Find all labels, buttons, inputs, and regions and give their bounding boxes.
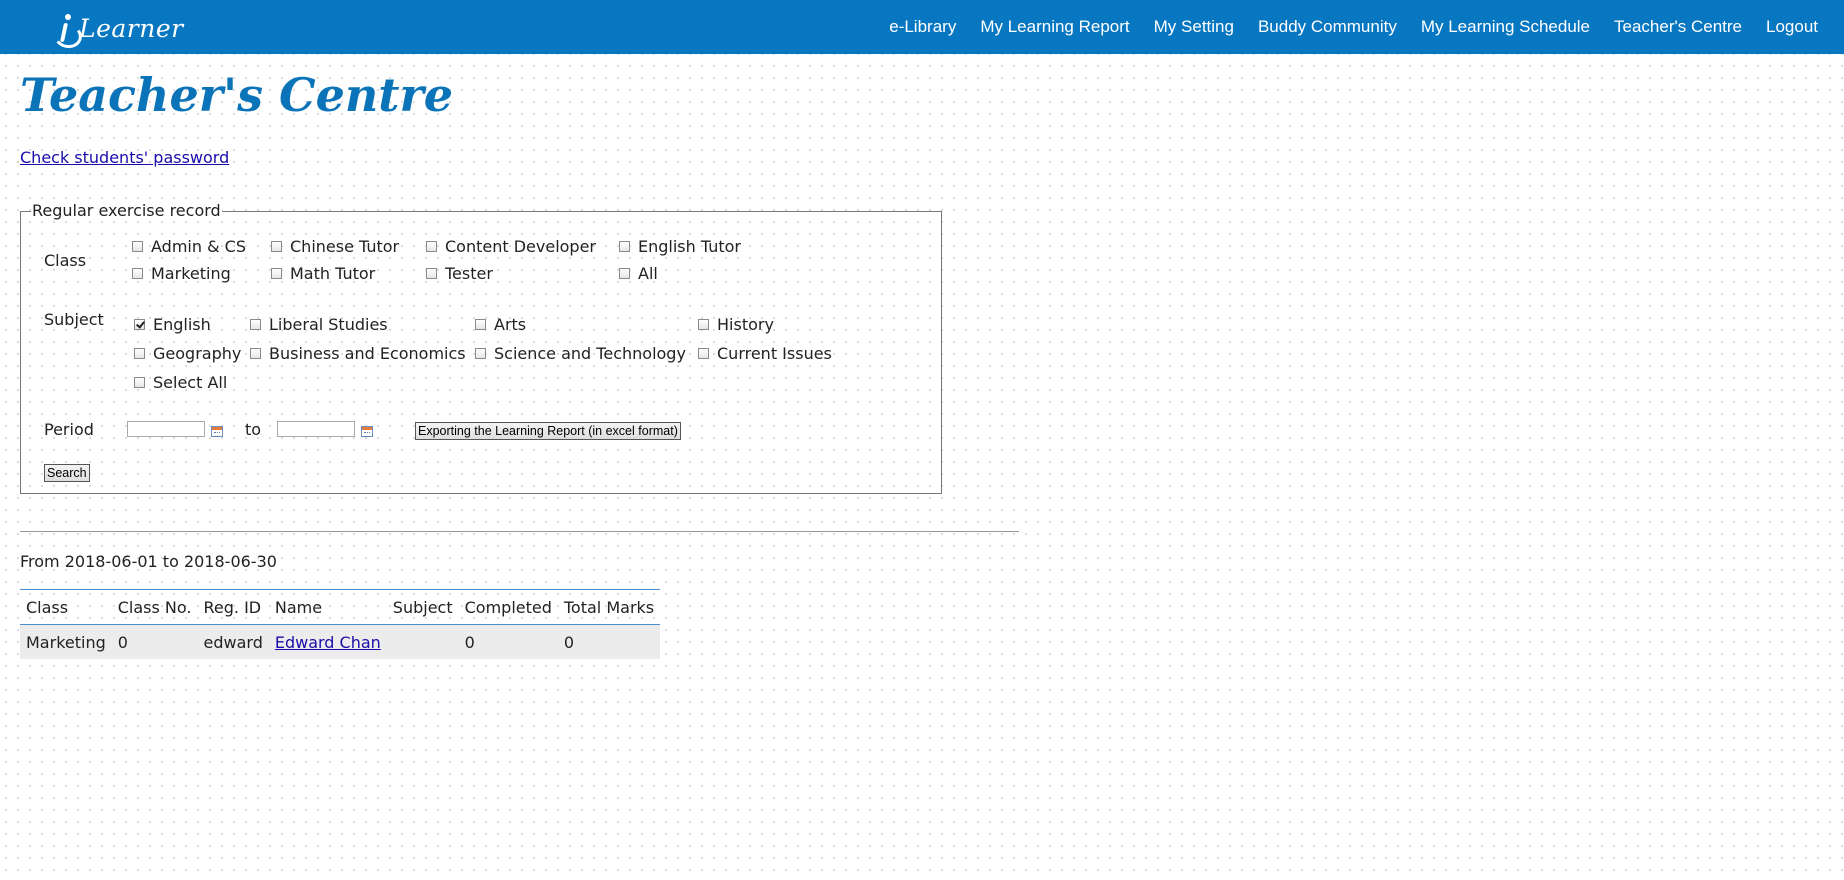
fieldset-legend: Regular exercise record	[31, 201, 222, 220]
checkbox-box[interactable]	[271, 241, 282, 252]
class-checkbox-marketing[interactable]: Marketing	[132, 264, 231, 283]
nav-logout[interactable]: Logout	[1766, 17, 1818, 37]
column-header-total-marks: Total Marks	[557, 589, 661, 625]
subject-checkbox-business-economics[interactable]: Business and Economics	[250, 344, 466, 363]
subject-checkbox-science-technology[interactable]: Science and Technology	[475, 344, 686, 363]
cell-reg-id: edward	[197, 624, 269, 659]
checkbox-label: Select All	[153, 373, 228, 392]
checkbox-box[interactable]	[134, 377, 145, 388]
nav-my-learning-schedule[interactable]: My Learning Schedule	[1421, 17, 1590, 37]
learner-logo[interactable]: Learner	[52, 10, 184, 51]
subject-checkbox-history[interactable]: History	[698, 315, 774, 334]
search-button[interactable]: Search	[44, 464, 90, 482]
checkbox-label: Business and Economics	[269, 344, 466, 363]
check-password-link[interactable]: Check students' password	[20, 148, 229, 167]
period-from-input[interactable]	[127, 421, 205, 437]
column-header-class: Class	[20, 589, 112, 625]
checkbox-box[interactable]	[698, 319, 709, 330]
column-header-subject: Subject	[386, 589, 459, 625]
period-label: Period	[44, 420, 94, 439]
to-label: to	[245, 420, 262, 439]
class-checkbox-admin-cs[interactable]: Admin & CS	[132, 237, 246, 256]
class-label: Class	[44, 251, 87, 270]
checkbox-box[interactable]	[475, 319, 486, 330]
calendar-icon[interactable]	[361, 426, 373, 437]
class-checkbox-english-tutor[interactable]: English Tutor	[619, 237, 741, 256]
nav-my-learning-report[interactable]: My Learning Report	[980, 17, 1129, 37]
result-period-text: From 2018-06-01 to 2018-06-30	[20, 552, 277, 571]
nav-e-library[interactable]: e-Library	[889, 17, 956, 37]
checkbox-label: Arts	[494, 315, 527, 334]
checkbox-label: Content Developer	[445, 237, 597, 256]
cell-class-no: 0	[111, 624, 198, 659]
cell-subject	[386, 624, 459, 659]
column-header-name: Name	[268, 589, 387, 625]
checkbox-box[interactable]	[250, 319, 261, 330]
subject-checkbox-select-all[interactable]: Select All	[134, 373, 227, 392]
subject-checkbox-english[interactable]: English	[134, 315, 211, 334]
checkbox-label: Science and Technology	[494, 344, 686, 363]
column-header-reg-id: Reg. ID	[197, 589, 269, 625]
learner-logo-icon	[52, 12, 84, 51]
top-navigation-bar: Learner e-Library My Learning Report My …	[0, 0, 1844, 54]
class-checkbox-content-developer[interactable]: Content Developer	[426, 237, 596, 256]
checkbox-box[interactable]	[134, 348, 145, 359]
checkbox-box[interactable]	[132, 268, 143, 279]
regular-exercise-record-fieldset: Regular exercise record Class Admin & CS…	[20, 201, 942, 494]
subject-checkbox-current-issues[interactable]: Current Issues	[698, 344, 832, 363]
period-to-input[interactable]	[277, 421, 355, 437]
logo-text: Learner	[79, 13, 184, 43]
subject-label: Subject	[44, 310, 104, 329]
checkbox-label: English Tutor	[638, 237, 741, 256]
checkbox-box[interactable]	[619, 268, 630, 279]
page-title: Teacher's Centre	[20, 68, 454, 122]
cell-name: Edward Chan	[268, 624, 387, 659]
checkbox-label: Admin & CS	[151, 237, 246, 256]
checkbox-box[interactable]	[475, 348, 486, 359]
checkbox-box[interactable]	[250, 348, 261, 359]
section-divider	[20, 531, 1019, 532]
export-excel-button[interactable]: Exporting the Learning Report (in excel …	[415, 422, 681, 440]
column-header-completed: Completed	[458, 589, 558, 625]
checkbox-label: Liberal Studies	[269, 315, 388, 334]
class-checkbox-all[interactable]: All	[619, 264, 658, 283]
checkbox-box[interactable]	[134, 319, 145, 330]
checkbox-box[interactable]	[271, 268, 282, 279]
checkbox-label: History	[717, 315, 774, 334]
checkbox-box[interactable]	[426, 241, 437, 252]
checkbox-label: Geography	[153, 344, 242, 363]
subject-checkbox-geography[interactable]: Geography	[134, 344, 241, 363]
main-nav: e-Library My Learning Report My Setting …	[865, 0, 1818, 54]
student-name-link[interactable]: Edward Chan	[275, 633, 381, 652]
results-table: Class Class No. Reg. ID Name Subject Com…	[20, 589, 661, 659]
cell-total-marks: 0	[557, 624, 661, 659]
checkbox-label: Tester	[445, 264, 493, 283]
checkbox-box[interactable]	[619, 241, 630, 252]
cell-class: Marketing	[20, 624, 112, 659]
checkbox-box[interactable]	[132, 241, 143, 252]
checkbox-box[interactable]	[698, 348, 709, 359]
nav-teachers-centre[interactable]: Teacher's Centre	[1614, 17, 1742, 37]
nav-my-setting[interactable]: My Setting	[1154, 17, 1234, 37]
cell-completed: 0	[458, 624, 558, 659]
nav-buddy-community[interactable]: Buddy Community	[1258, 17, 1397, 37]
subject-checkbox-arts[interactable]: Arts	[475, 315, 526, 334]
class-checkbox-tester[interactable]: Tester	[426, 264, 493, 283]
checkbox-label: Marketing	[151, 264, 231, 283]
checkbox-label: Current Issues	[717, 344, 832, 363]
class-checkbox-math-tutor[interactable]: Math Tutor	[271, 264, 375, 283]
subject-checkbox-liberal-studies[interactable]: Liberal Studies	[250, 315, 388, 334]
checkbox-box[interactable]	[426, 268, 437, 279]
checkbox-label: Chinese Tutor	[290, 237, 400, 256]
column-header-class-no: Class No.	[111, 589, 198, 625]
table-row: Marketing 0 edward Edward Chan 0 0	[20, 624, 661, 659]
calendar-icon[interactable]	[211, 426, 223, 437]
table-header-row: Class Class No. Reg. ID Name Subject Com…	[20, 589, 661, 625]
class-checkbox-chinese-tutor[interactable]: Chinese Tutor	[271, 237, 399, 256]
checkbox-label: Math Tutor	[290, 264, 376, 283]
checkbox-label: All	[638, 264, 658, 283]
checkbox-label: English	[153, 315, 211, 334]
